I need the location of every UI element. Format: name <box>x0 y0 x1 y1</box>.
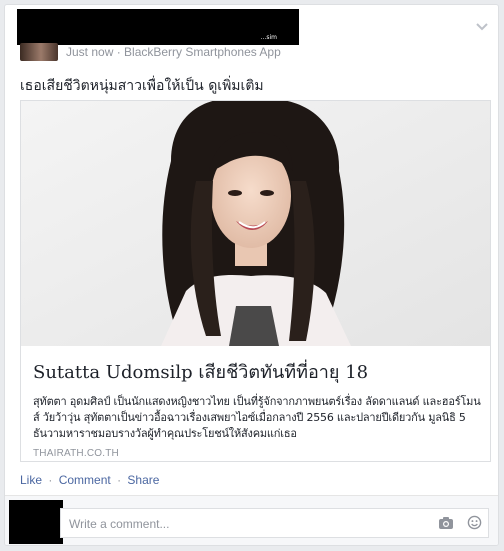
camera-icon[interactable] <box>438 516 454 530</box>
comment-box[interactable] <box>60 508 489 538</box>
comment-input[interactable] <box>67 514 421 534</box>
link-preview-image[interactable] <box>21 101 490 346</box>
feed-post: …sim Just now · BlackBerry Smartphones A… <box>4 4 499 546</box>
link-domain: THAIRATH.CO.TH <box>33 448 119 459</box>
link-description: สุทัตตา อุดมศิลป์ เป็นนักแสดงหญิงชาวไทย … <box>33 395 481 440</box>
post-status-text: เธอเสียชีวิตหนุ่มสาวเพื่อให้เป็น ดูเพิ่ม… <box>20 78 264 94</box>
like-link[interactable]: Like <box>20 473 42 487</box>
emoji-icon[interactable] <box>467 515 482 530</box>
redacted-commenter-avatar <box>9 500 63 544</box>
redacted-name-tail: …sim <box>260 34 277 41</box>
link-title[interactable]: Sutatta Udomsilp เสียชีวิตทันทีที่อายุ 1… <box>33 357 483 386</box>
redacted-author-name: …sim <box>17 9 299 45</box>
avatar[interactable] <box>20 43 58 61</box>
comment-link[interactable]: Comment <box>59 473 111 487</box>
portrait-photo <box>21 101 490 346</box>
post-actions: Like · Comment · Share <box>20 473 159 487</box>
action-separator: · <box>48 473 53 487</box>
comment-section <box>5 495 498 545</box>
link-preview[interactable]: Sutatta Udomsilp เสียชีวิตทันทีที่อายุ 1… <box>20 100 491 462</box>
action-separator: · <box>117 473 122 487</box>
post-meta[interactable]: Just now · BlackBerry Smartphones App <box>66 45 281 59</box>
chevron-down-icon[interactable] <box>474 20 490 34</box>
share-link[interactable]: Share <box>127 473 159 487</box>
link-preview-body: Sutatta Udomsilp เสียชีวิตทันทีที่อายุ 1… <box>33 357 483 459</box>
